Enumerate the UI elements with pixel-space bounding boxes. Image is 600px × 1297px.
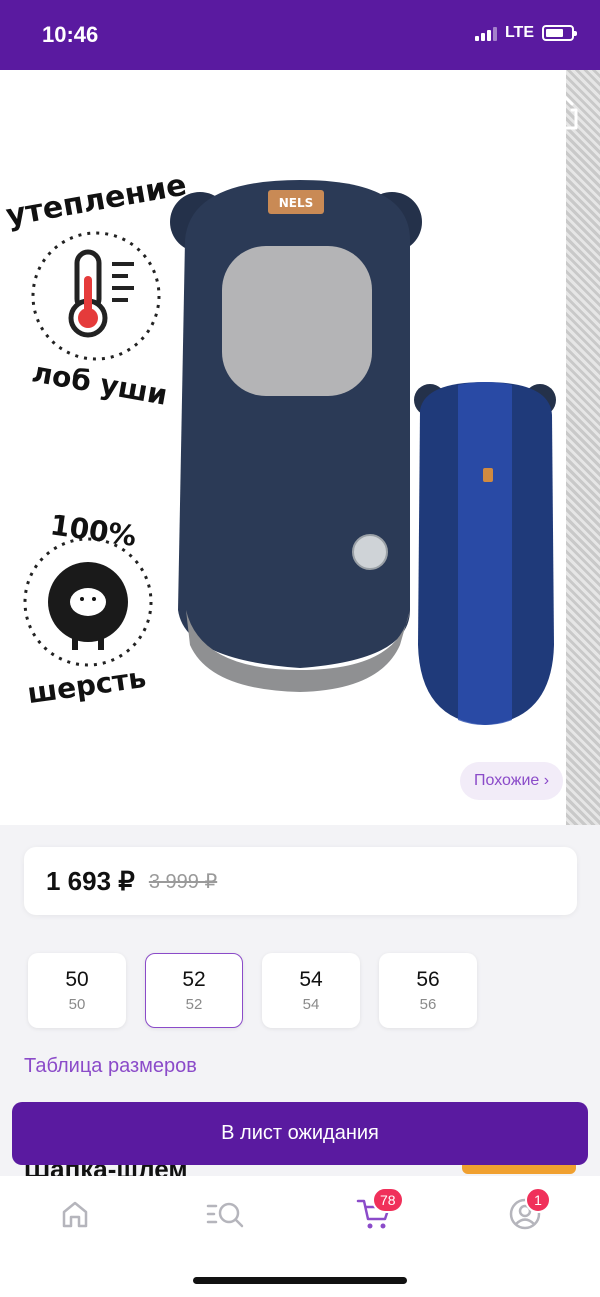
similar-products-label: Похожие › <box>474 772 550 789</box>
wool-badge-illustration <box>23 537 153 667</box>
home-icon <box>62 1201 88 1228</box>
size-sub-value: 54 <box>302 996 320 1013</box>
back-button[interactable] <box>22 96 52 132</box>
status-bar: 10:46 LTE <box>0 0 600 70</box>
size-option[interactable]: 56 56 <box>379 953 477 1028</box>
size-selector: 50 50 52 52 54 54 56 56 <box>28 953 477 1028</box>
size-sub-value: 52 <box>185 996 203 1013</box>
similar-products-button[interactable]: Похожие › <box>460 762 564 800</box>
catalog-search-icon <box>206 1202 244 1228</box>
product-image-gallery[interactable]: NELS утепление лоб уши 100% шерсть <box>0 70 600 825</box>
size-value: 52 <box>182 968 206 991</box>
balaclava-back-illustration <box>414 382 556 725</box>
price-card: 1 693 ₽ 3 999 ₽ <box>24 847 577 915</box>
status-indicators: LTE <box>474 24 577 42</box>
size-option[interactable]: 54 54 <box>262 953 360 1028</box>
old-price: 3 999 ₽ <box>148 870 218 893</box>
share-icon <box>550 94 578 130</box>
warm-badge-bottom-text: лоб уши <box>29 356 169 412</box>
brand-logo: NELS <box>279 196 314 210</box>
wool-badge-bottom-text: шерсть <box>25 661 148 710</box>
size-table-link[interactable]: Таблица размеров <box>24 1055 197 1078</box>
status-time: 10:46 <box>42 22 99 47</box>
home-indicator <box>193 1277 407 1284</box>
profile-notification-badge: 1 <box>525 1187 551 1213</box>
tab-home[interactable] <box>55 1194 95 1234</box>
signal-icon <box>474 25 497 41</box>
add-to-waitlist-button[interactable]: В лист ожидания <box>12 1102 588 1165</box>
heart-icon <box>473 98 509 130</box>
size-option-selected[interactable]: 52 52 <box>145 953 243 1028</box>
battery-icon <box>542 25 577 41</box>
cart-count-badge: 78 <box>372 1187 404 1213</box>
size-value: 50 <box>65 968 89 991</box>
size-value: 56 <box>416 968 440 991</box>
tab-catalog[interactable] <box>205 1194 245 1234</box>
network-label: LTE <box>504 24 534 41</box>
size-option[interactable]: 50 50 <box>28 953 126 1028</box>
warm-badge-illustration <box>31 231 161 361</box>
wool-badge-top-text: 100% <box>48 508 138 553</box>
size-sub-value: 56 <box>419 996 437 1013</box>
chevron-left-icon <box>28 98 46 130</box>
favorite-button[interactable] <box>472 96 510 132</box>
size-sub-value: 50 <box>68 996 86 1013</box>
balaclava-main-illustration: NELS <box>170 180 422 692</box>
share-button[interactable] <box>546 92 582 132</box>
size-value: 54 <box>299 968 323 991</box>
warm-badge-top-text: утепление <box>3 168 189 234</box>
product-photo: NELS утепление лоб уши 100% шерсть <box>3 168 556 725</box>
current-price: 1 693 ₽ <box>46 865 135 896</box>
